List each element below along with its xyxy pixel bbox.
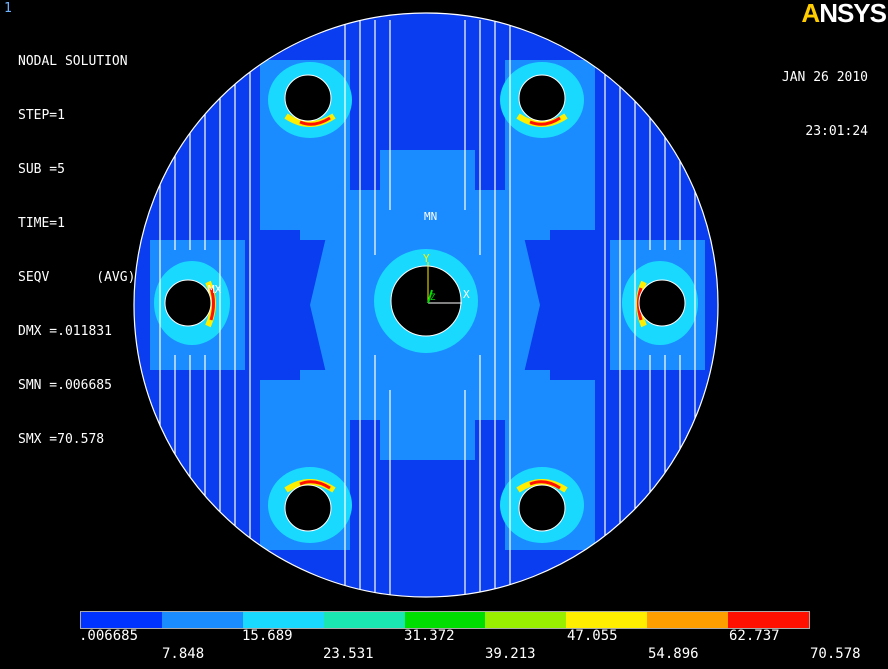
legend-label-top-2: 15.689 — [242, 628, 293, 644]
color-legend — [80, 611, 810, 629]
legend-label-bottom-1: 7.848 — [162, 646, 205, 662]
contour-plot[interactable]: X Y Z MN MX — [0, 0, 888, 600]
legend-band-4 — [323, 612, 405, 628]
axis-x-label: X — [463, 288, 470, 301]
legend-band-2 — [161, 612, 243, 628]
legend-band-1 — [81, 612, 162, 628]
legend-band-6 — [485, 612, 567, 628]
legend-label-top-5: 62.737 — [729, 628, 780, 644]
axis-y-label: Y — [423, 252, 430, 265]
axis-z-label: Z — [430, 293, 436, 303]
legend-label-bottom-4: 54.896 — [648, 646, 699, 662]
min-marker: MN — [424, 210, 437, 223]
legend-band-9 — [728, 612, 810, 628]
legend-band-3 — [242, 612, 324, 628]
legend-label-bottom-5: 70.578 — [810, 646, 861, 662]
legend-band-5 — [404, 612, 486, 628]
legend-label-bottom-3: 39.213 — [485, 646, 536, 662]
legend-band-8 — [647, 612, 729, 628]
max-marker: MX — [208, 283, 222, 296]
legend-label-top-4: 47.055 — [567, 628, 618, 644]
legend-label-bottom-2: 23.531 — [323, 646, 374, 662]
center-hole — [390, 265, 462, 337]
legend-label-top-1: .006685 — [79, 628, 139, 644]
legend-band-7 — [566, 612, 648, 628]
legend-label-top-3: 31.372 — [404, 628, 455, 644]
